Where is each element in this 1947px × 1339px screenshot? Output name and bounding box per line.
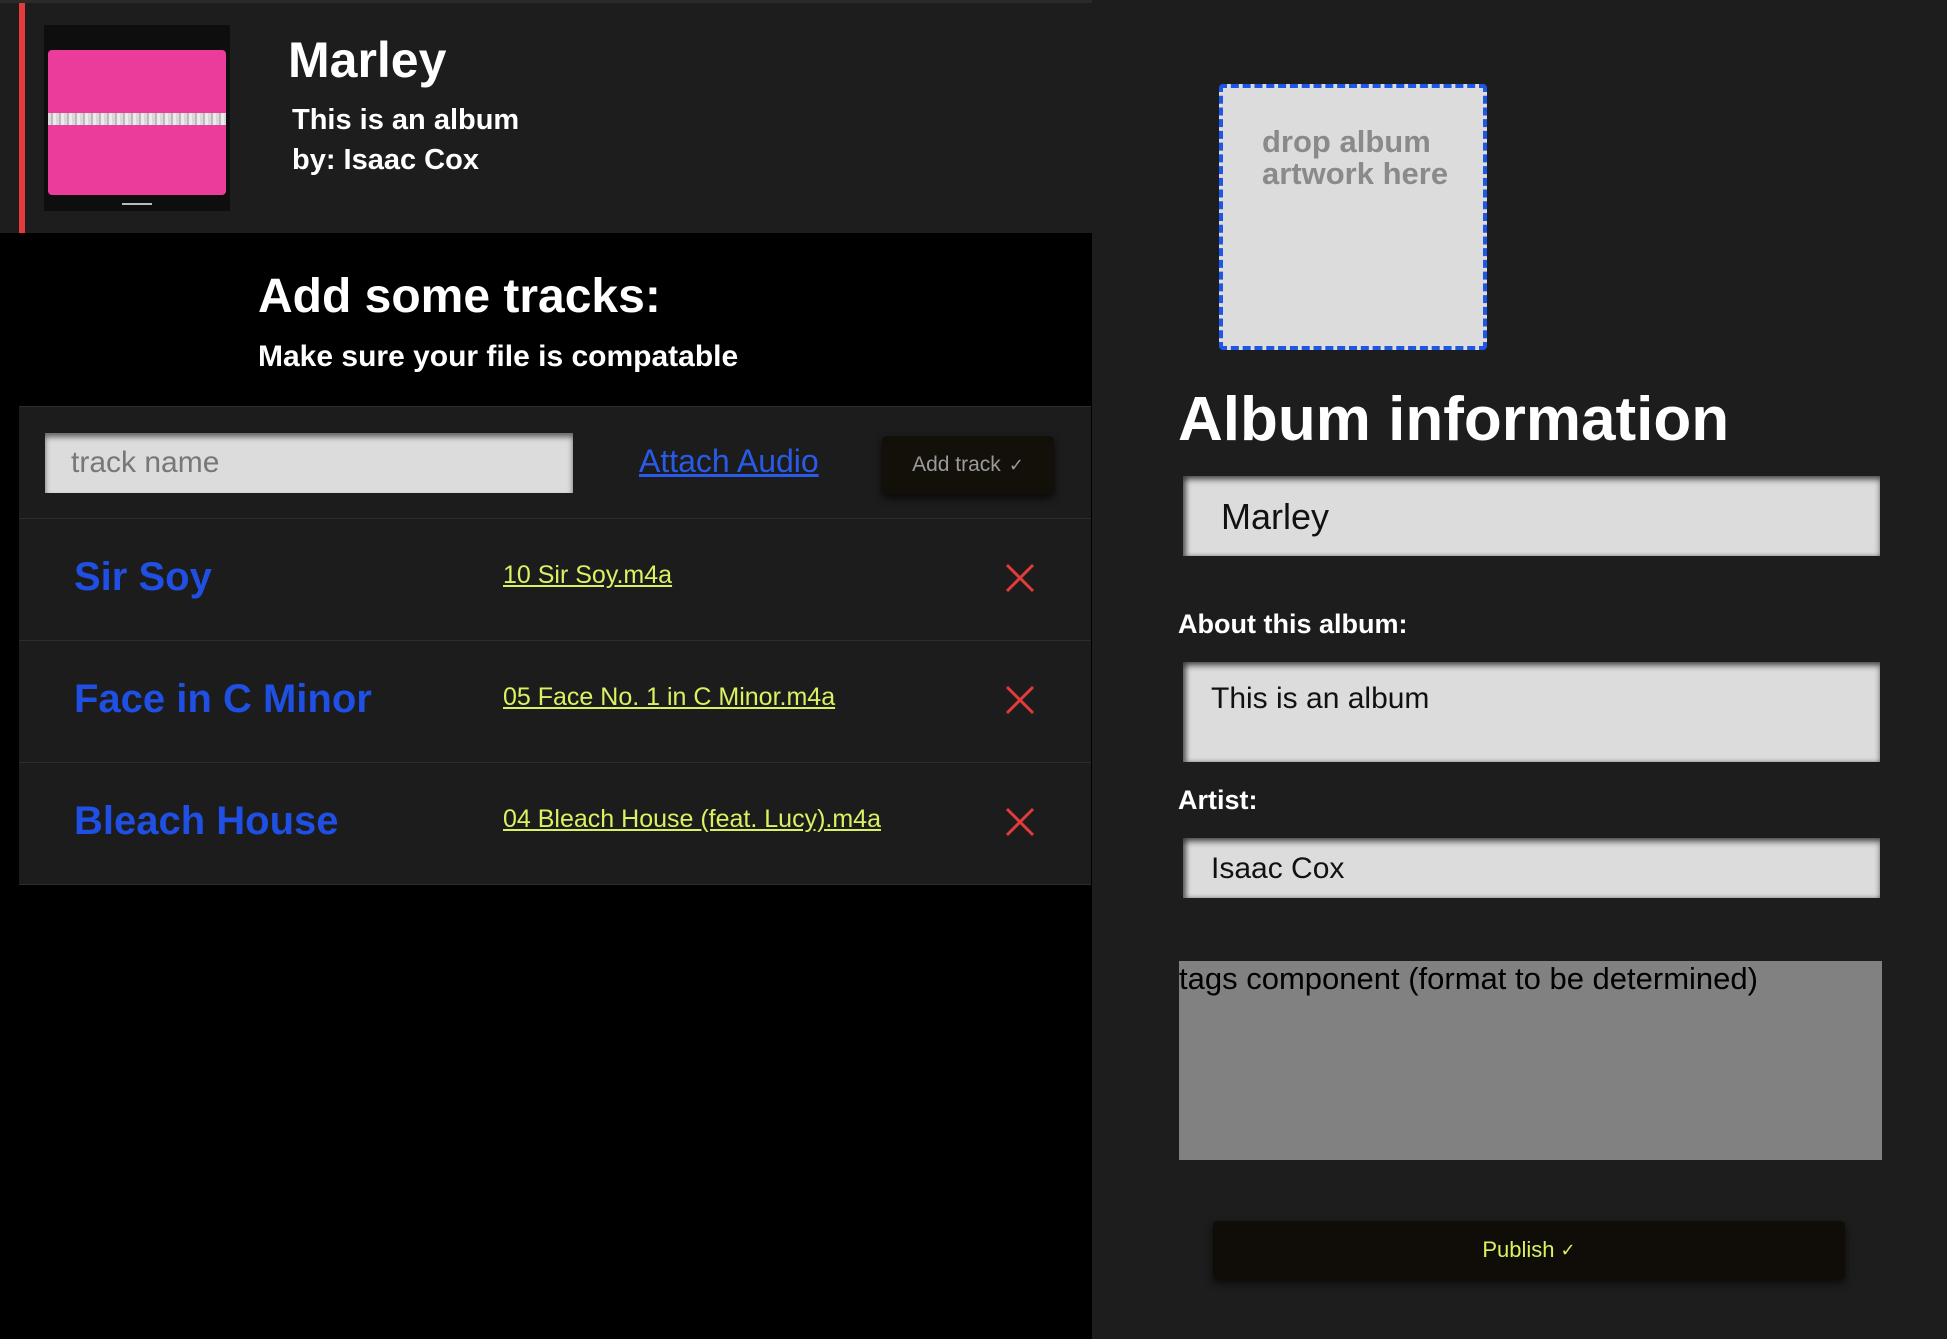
publish-label: Publish (1482, 1237, 1555, 1262)
header-accent-bar (19, 3, 25, 236)
add-track-row: Attach Audio Add track ✓ (19, 406, 1091, 519)
header-album-description: This is an album (292, 104, 520, 136)
album-name-field[interactable]: Marley (1183, 476, 1880, 556)
track-title: Bleach House (74, 799, 339, 843)
cover-art-stripe (48, 113, 226, 125)
track-list: Sir Soy 10 Sir Soy.m4a Face in C Minor 0… (19, 519, 1091, 885)
track-row: Face in C Minor 05 Face No. 1 in C Minor… (19, 641, 1091, 763)
attach-audio-link[interactable]: Attach Audio (639, 443, 819, 480)
close-icon[interactable] (1003, 561, 1037, 595)
cover-art-mark (122, 203, 152, 205)
artwork-dropzone-text: drop album artwork here (1262, 124, 1449, 191)
album-header: Marley This is an album by: Isaac Cox (0, 0, 1092, 236)
header-album-title: Marley (288, 32, 447, 88)
artwork-dropzone[interactable]: drop album artwork here (1219, 84, 1487, 350)
check-icon: ✓ (1008, 454, 1024, 475)
tracks-subheading: Make sure your file is compatable (258, 340, 739, 373)
tags-placeholder-text: tags component (format to be determined) (1179, 961, 1758, 996)
track-file-link[interactable]: 10 Sir Soy.m4a (503, 561, 672, 590)
album-info-heading: Album information (1178, 385, 1730, 454)
close-icon[interactable] (1003, 683, 1037, 717)
add-track-button[interactable]: Add track ✓ (882, 436, 1054, 494)
artist-field[interactable]: Isaac Cox (1183, 838, 1880, 898)
about-label: About this album: (1178, 609, 1408, 639)
track-file-link[interactable]: 05 Face No. 1 in C Minor.m4a (503, 683, 835, 712)
header-album-artist: by: Isaac Cox (292, 144, 479, 176)
track-file-link[interactable]: 04 Bleach House (feat. Lucy).m4a (503, 805, 881, 834)
close-icon[interactable] (1003, 805, 1037, 839)
track-title: Face in C Minor (74, 677, 372, 721)
about-textarea[interactable]: This is an album (1183, 662, 1880, 762)
track-title: Sir Soy (74, 555, 212, 599)
artist-label: Artist: (1178, 785, 1258, 815)
tags-component[interactable]: tags component (format to be determined) (1179, 961, 1882, 1160)
publish-button[interactable]: Publish ✓ (1213, 1221, 1845, 1279)
track-row: Sir Soy 10 Sir Soy.m4a (19, 519, 1091, 641)
check-icon: ✓ (1560, 1239, 1576, 1260)
tracks-panel: Add some tracks: Make sure your file is … (0, 233, 1092, 1339)
track-name-input[interactable] (45, 433, 573, 493)
tracks-heading: Add some tracks: (258, 270, 661, 323)
album-cover-thumbnail (44, 25, 230, 211)
add-track-label: Add track (912, 453, 1001, 476)
track-row: Bleach House 04 Bleach House (feat. Lucy… (19, 763, 1091, 885)
